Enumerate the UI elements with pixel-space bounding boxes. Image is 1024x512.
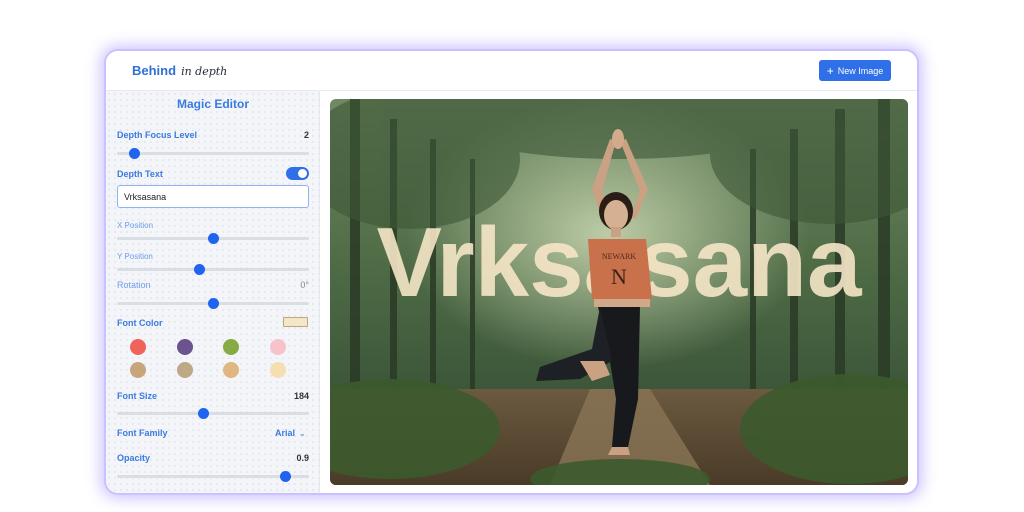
brand-tagline: in depth [181, 65, 228, 78]
yoga-photo: Vrksasana NEWARK N [330, 99, 908, 485]
color-swatch[interactable] [223, 339, 239, 355]
rotation-thumb[interactable] [207, 298, 219, 309]
font-size-label: Font Size [117, 391, 157, 401]
opacity-thumb[interactable] [280, 471, 292, 482]
depth-text-toggle[interactable] [286, 167, 309, 180]
magic-editor-panel: Magic Editor Depth Focus Level 2 Depth T… [106, 91, 320, 493]
new-image-button[interactable]: + New Image [819, 60, 891, 81]
app-window: Behind in depth + New Image Magic Editor… [106, 51, 917, 493]
font-size-value: 184 [293, 391, 309, 401]
font-color-label: Font Color [117, 318, 163, 328]
selected-color-preview[interactable] [283, 317, 308, 327]
image-canvas[interactable]: Vrksasana NEWARK N [330, 99, 908, 485]
x-position-thumb[interactable] [207, 233, 219, 244]
depth-focus-label: Depth Focus Level [117, 130, 198, 140]
font-family-value: Arial [275, 428, 296, 438]
new-image-label: New Image [837, 65, 884, 76]
rotation-label: Rotation [117, 280, 151, 290]
font-size-slider[interactable] [117, 408, 309, 419]
shirt-letter: N [611, 264, 627, 289]
depth-text-label: Depth Text [117, 169, 163, 179]
color-swatch[interactable] [270, 339, 286, 355]
x-position-slider[interactable] [117, 233, 309, 244]
app-header: Behind in depth + New Image [106, 51, 917, 91]
y-position-thumb[interactable] [194, 264, 206, 275]
brand-logo[interactable]: Behind in depth [132, 63, 227, 78]
opacity-label: Opacity [117, 453, 151, 463]
color-swatch[interactable] [177, 339, 193, 355]
panel-title: Magic Editor [176, 97, 249, 111]
color-swatch[interactable] [223, 362, 239, 378]
rotation-slider[interactable] [117, 298, 309, 309]
shirt-text: NEWARK [602, 252, 636, 261]
depth-text-input[interactable] [117, 185, 309, 208]
opacity-slider[interactable] [117, 471, 309, 482]
rotation-value: 0° [300, 280, 309, 290]
plus-icon: + [826, 63, 834, 78]
y-position-label: Y Position [117, 252, 153, 261]
color-swatch[interactable] [130, 339, 146, 355]
color-swatch[interactable] [130, 362, 146, 378]
color-swatch[interactable] [177, 362, 193, 378]
font-size-thumb[interactable] [197, 408, 209, 419]
brand-name: Behind [132, 63, 177, 78]
font-family-select[interactable]: Arial ⌄ [275, 428, 306, 438]
opacity-value: 0.9 [296, 453, 309, 463]
depth-focus-slider[interactable] [117, 148, 309, 159]
chevron-down-icon: ⌄ [299, 428, 306, 438]
font-family-label: Font Family [117, 428, 168, 438]
x-position-label: X Position [117, 221, 154, 230]
toggle-knob [298, 169, 307, 178]
depth-focus-value: 2 [303, 130, 309, 140]
depth-focus-thumb[interactable] [128, 148, 140, 159]
y-position-slider[interactable] [117, 264, 309, 275]
color-swatch[interactable] [270, 362, 286, 378]
